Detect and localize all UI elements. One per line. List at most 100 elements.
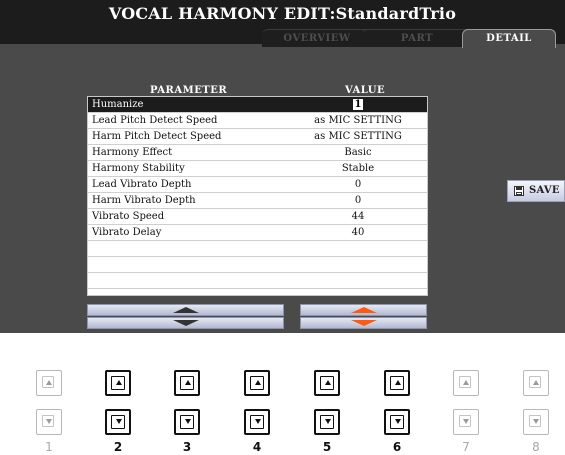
button-frame (529, 415, 541, 427)
value-increase-button[interactable] (300, 304, 427, 316)
arrow-up-icon (463, 380, 469, 385)
parameter-table: Humanize 1 Lead Pitch Detect Speed as MIC S… (87, 96, 428, 296)
parameter-scroll-down-button[interactable] (87, 317, 284, 329)
button-frame (180, 376, 194, 390)
table-row[interactable] (88, 257, 427, 273)
parameter-value-text: 1 (352, 99, 364, 110)
parameter-value-text: 40 (351, 227, 365, 238)
table-row[interactable]: Vibrato Delay 40 (88, 225, 427, 241)
arrow-up-icon (533, 380, 539, 385)
button-2-up[interactable] (105, 370, 131, 396)
parameter-value: 44 (290, 211, 426, 222)
table-row[interactable]: Humanize 1 (88, 97, 427, 113)
arrow-up-icon (185, 380, 191, 385)
parameter-value-text: 0 (354, 179, 362, 190)
floppy-disk-icon (514, 186, 524, 196)
arrow-down-icon (46, 419, 52, 424)
parameter-value-text: Stable (341, 163, 375, 174)
parameter-value: Stable (290, 163, 426, 174)
button-number-label: 7 (462, 440, 470, 454)
value-decrease-button[interactable] (300, 317, 427, 329)
parameter-value: 0 (290, 179, 426, 190)
button-number-label: 5 (322, 440, 332, 454)
table-row[interactable]: Harm Vibrato Depth 0 (88, 193, 427, 209)
parameter-name: Lead Vibrato Depth (92, 179, 192, 190)
table-row[interactable]: Harmony Stability Stable (88, 161, 427, 177)
parameter-value-text: as MIC SETTING (314, 115, 402, 126)
arrow-down-icon (463, 419, 469, 424)
save-button[interactable]: SAVE (507, 180, 565, 202)
button-8-down[interactable] (523, 409, 549, 435)
arrow-up-icon (255, 380, 261, 385)
parameter-value-text: 0 (354, 195, 362, 206)
button-frame (250, 376, 264, 390)
button-frame (42, 415, 54, 427)
button-3-up[interactable] (174, 370, 200, 396)
button-frame (180, 415, 194, 429)
tab-overview[interactable]: OVERVIEW (262, 29, 372, 47)
button-frame (320, 376, 334, 390)
arrow-up-icon (325, 380, 331, 385)
button-3-down[interactable] (174, 409, 200, 435)
button-number-label: 8 (532, 440, 540, 454)
tab-detail[interactable]: DETAIL (462, 29, 556, 48)
button-5-down[interactable] (314, 409, 340, 435)
page-title: VOCAL HARMONY EDIT:StandardTrio (108, 4, 457, 23)
table-row[interactable]: Vibrato Speed 44 (88, 209, 427, 225)
button-frame (390, 415, 404, 429)
table-row[interactable]: Harmony Effect Basic (88, 145, 427, 161)
button-frame (320, 415, 334, 429)
button-8-up[interactable] (523, 370, 549, 396)
parameter-value: as MIC SETTING (290, 115, 426, 126)
arrow-up-icon (46, 380, 52, 385)
button-7-down[interactable] (453, 409, 479, 435)
button-frame (111, 376, 125, 390)
parameter-value: 0 (290, 195, 426, 206)
arrow-down-icon (116, 419, 122, 424)
parameter-name: Harmony Effect (92, 147, 173, 158)
button-5-up[interactable] (314, 370, 340, 396)
arrow-up-icon (395, 380, 401, 385)
tab-part[interactable]: PART (362, 29, 472, 47)
button-4-down[interactable] (244, 409, 270, 435)
button-number-label: 4 (252, 440, 262, 454)
button-number-label: 6 (392, 440, 402, 454)
button-frame (390, 376, 404, 390)
parameter-value-text: Basic (344, 147, 372, 158)
parameter-name: Humanize (92, 99, 144, 110)
parameter-value-text: 44 (351, 211, 365, 222)
value-column-header: VALUE (345, 85, 386, 96)
button-frame (459, 376, 471, 388)
button-frame (529, 376, 541, 388)
parameter-name: Harm Vibrato Depth (92, 195, 196, 206)
parameter-name: Lead Pitch Detect Speed (92, 115, 218, 126)
parameter-name: Vibrato Speed (92, 211, 165, 222)
button-7-up[interactable] (453, 370, 479, 396)
button-frame (111, 415, 125, 429)
parameter-scroll-up-button[interactable] (87, 304, 284, 316)
button-6-up[interactable] (384, 370, 410, 396)
parameter-value: as MIC SETTING (290, 131, 426, 142)
button-6-down[interactable] (384, 409, 410, 435)
button-frame (459, 415, 471, 427)
arrow-down-icon (185, 419, 191, 424)
table-row[interactable]: Harm Pitch Detect Speed as MIC SETTING (88, 129, 427, 145)
parameter-name: Vibrato Delay (92, 227, 162, 238)
parameter-value: 1 (290, 99, 426, 110)
lcd-screen: VOCAL HARMONY EDIT:StandardTrio OVERVIEW… (0, 0, 565, 333)
button-1-down[interactable] (36, 409, 62, 435)
value-up-icon (350, 307, 377, 313)
save-button-label: SAVE (529, 185, 560, 196)
arrow-up-icon (116, 380, 122, 385)
button-2-down[interactable] (105, 409, 131, 435)
arrow-down-icon (533, 419, 539, 424)
button-frame (42, 376, 54, 388)
table-row[interactable]: Lead Pitch Detect Speed as MIC SETTING (88, 113, 427, 129)
table-row[interactable] (88, 273, 427, 289)
scroll-up-icon (172, 307, 199, 313)
button-1-up[interactable] (36, 370, 62, 396)
button-number-label: 2 (113, 440, 123, 454)
button-4-up[interactable] (244, 370, 270, 396)
table-row[interactable] (88, 241, 427, 257)
table-row[interactable]: Lead Vibrato Depth 0 (88, 177, 427, 193)
